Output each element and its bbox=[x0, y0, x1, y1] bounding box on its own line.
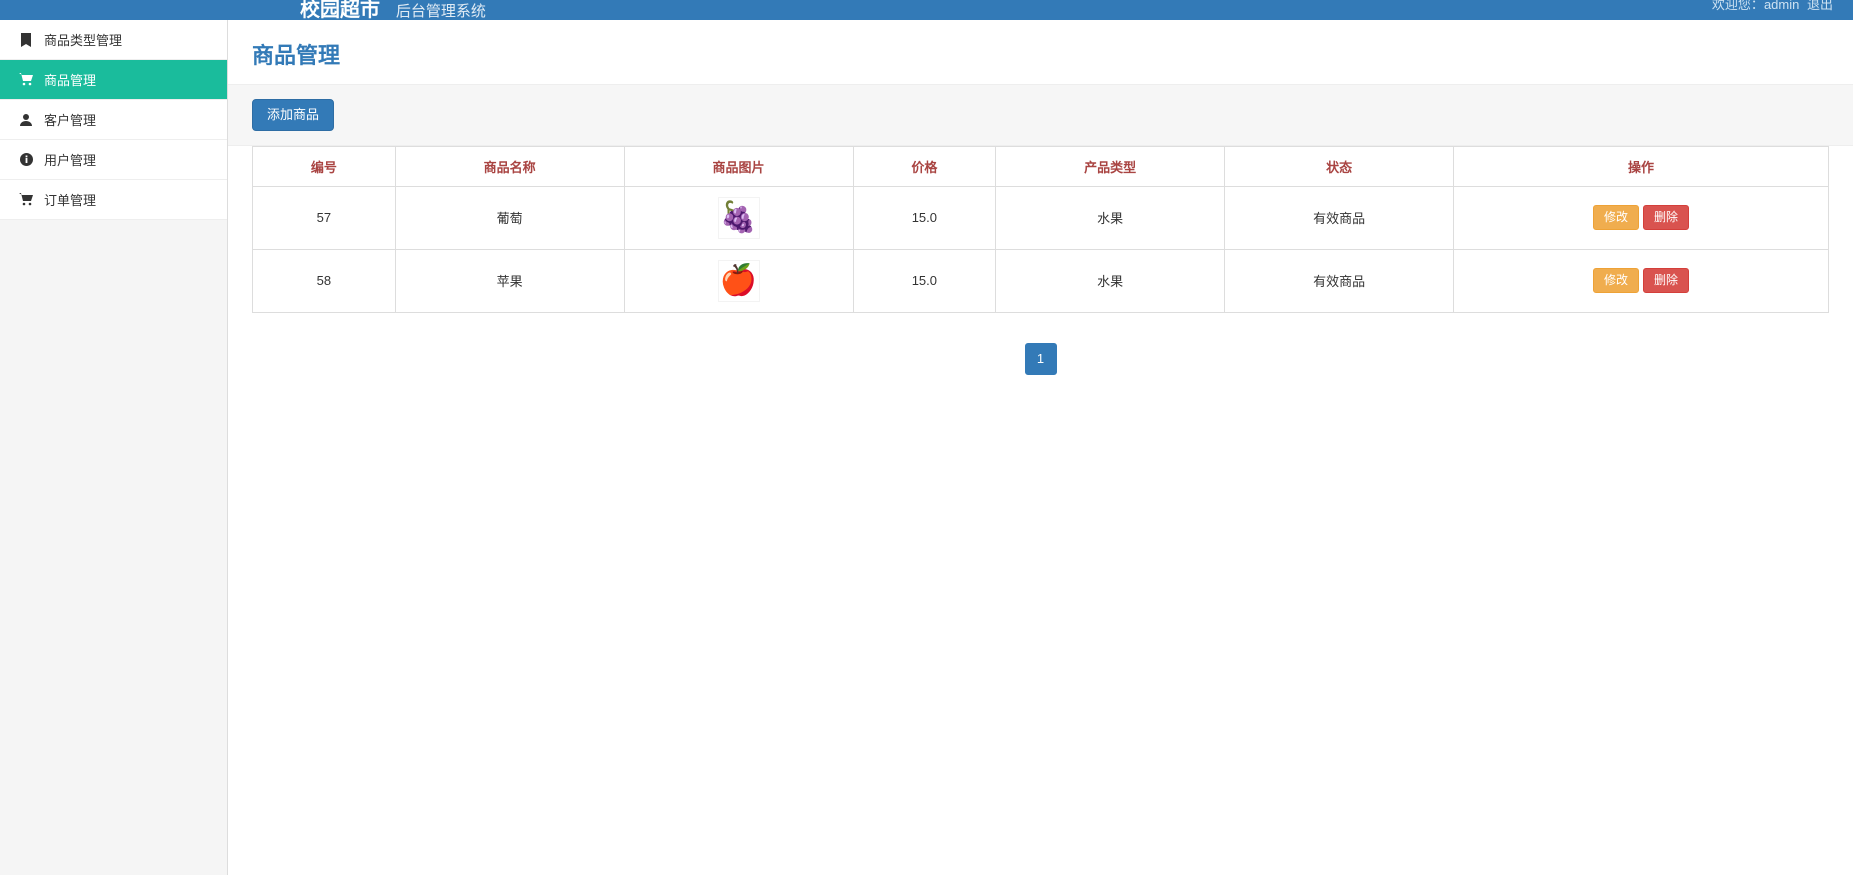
cell-category: 水果 bbox=[996, 249, 1225, 312]
app-brand: 校园超市 bbox=[300, 0, 380, 20]
product-thumb-icon: 🍎 bbox=[718, 260, 760, 302]
cart-icon bbox=[18, 193, 34, 206]
logout-link[interactable]: 退出 bbox=[1807, 0, 1833, 12]
sidebar-item-1[interactable]: 商品管理 bbox=[0, 60, 227, 100]
table-column-header: 操作 bbox=[1454, 146, 1829, 186]
table-column-header: 编号 bbox=[253, 146, 396, 186]
product-thumb-icon: 🍇 bbox=[718, 197, 760, 239]
cell-price: 15.0 bbox=[853, 249, 996, 312]
cell-actions: 修改删除 bbox=[1454, 249, 1829, 312]
pagination: 1 bbox=[252, 343, 1829, 375]
bookmark-icon bbox=[18, 33, 34, 47]
cell-id: 57 bbox=[253, 186, 396, 249]
table-body: 57葡萄🍇15.0水果有效商品修改删除58苹果🍎15.0水果有效商品修改删除 bbox=[253, 186, 1829, 312]
cart-icon bbox=[18, 73, 34, 86]
main-content: 商品管理 添加商品 编号商品名称商品图片价格产品类型状态操作 57葡萄 🍇 15.0… bbox=[228, 20, 1853, 875]
page-title: 商品管理 bbox=[252, 38, 1829, 70]
table-header-row: 编号商品名称商品图片价格产品类型状态操作 bbox=[253, 146, 1829, 186]
user-icon bbox=[18, 113, 34, 126]
table-column-header: 状态 bbox=[1225, 146, 1454, 186]
cell-status: 有效商品 bbox=[1225, 186, 1454, 249]
sidebar-item-4[interactable]: 订单管理 bbox=[0, 180, 227, 220]
cell-id: 58 bbox=[253, 249, 396, 312]
cell-price: 15.0 bbox=[853, 186, 996, 249]
sidebar-item-0[interactable]: 商品类型管理 bbox=[0, 20, 227, 60]
products-table: 编号商品名称商品图片价格产品类型状态操作 57葡萄🍇15.0水果有效商品修改删除… bbox=[252, 146, 1829, 313]
topbar: 校园超市 后台管理系统 欢迎您：admin 退出 bbox=[0, 0, 1853, 20]
page-header: 商品管理 bbox=[228, 20, 1853, 85]
topbar-right: 欢迎您：admin 退出 bbox=[1712, 0, 1833, 13]
toolbar: 添加商品 bbox=[228, 85, 1853, 146]
cell-image: 🍎 bbox=[624, 249, 853, 312]
table-row: 58苹果🍎15.0水果有效商品修改删除 bbox=[253, 249, 1829, 312]
info-icon bbox=[18, 153, 34, 166]
cell-image: 🍇 bbox=[624, 186, 853, 249]
sidebar-item-label: 客户管理 bbox=[44, 110, 96, 129]
sidebar-item-label: 商品管理 bbox=[44, 70, 96, 89]
add-product-button[interactable]: 添加商品 bbox=[252, 99, 334, 131]
cell-name: 葡萄 bbox=[395, 186, 624, 249]
table-column-header: 商品图片 bbox=[624, 146, 853, 186]
content-area: 编号商品名称商品图片价格产品类型状态操作 57葡萄🍇15.0水果有效商品修改删除… bbox=[228, 146, 1853, 399]
current-user: admin bbox=[1764, 0, 1799, 12]
cell-name: 苹果 bbox=[395, 249, 624, 312]
sidebar-item-2[interactable]: 客户管理 bbox=[0, 100, 227, 140]
sidebar-item-label: 用户管理 bbox=[44, 150, 96, 169]
edit-button[interactable]: 修改 bbox=[1593, 205, 1639, 229]
table-column-header: 产品类型 bbox=[996, 146, 1225, 186]
delete-button[interactable]: 删除 bbox=[1643, 205, 1689, 229]
sidebar-item-label: 商品类型管理 bbox=[44, 30, 122, 49]
sidebar: 商品类型管理商品管理客户管理用户管理订单管理 bbox=[0, 20, 228, 875]
cell-actions: 修改删除 bbox=[1454, 186, 1829, 249]
edit-button[interactable]: 修改 bbox=[1593, 268, 1639, 292]
topbar-left: 校园超市 后台管理系统 bbox=[300, 0, 486, 20]
sidebar-item-3[interactable]: 用户管理 bbox=[0, 140, 227, 180]
delete-button[interactable]: 删除 bbox=[1643, 268, 1689, 292]
welcome-label: 欢迎您： bbox=[1712, 0, 1764, 12]
sidebar-item-label: 订单管理 bbox=[44, 190, 96, 209]
table-column-header: 商品名称 bbox=[395, 146, 624, 186]
cell-status: 有效商品 bbox=[1225, 249, 1454, 312]
app-subtitle: 后台管理系统 bbox=[396, 3, 486, 20]
cell-category: 水果 bbox=[996, 186, 1225, 249]
table-column-header: 价格 bbox=[853, 146, 996, 186]
table-row: 57葡萄🍇15.0水果有效商品修改删除 bbox=[253, 186, 1829, 249]
page-button[interactable]: 1 bbox=[1025, 343, 1057, 375]
